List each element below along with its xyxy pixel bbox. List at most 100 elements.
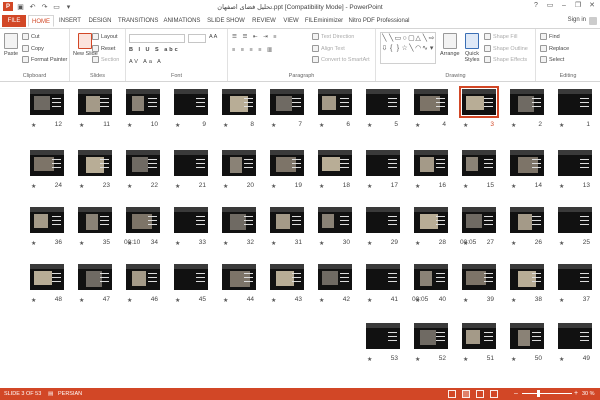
help-button[interactable]: ? (530, 1, 542, 11)
animation-star-icon[interactable]: ★ (127, 122, 132, 129)
slide-thumbnail[interactable] (174, 150, 208, 176)
slide-thumbnail[interactable] (510, 150, 544, 176)
zoom-in-button[interactable]: + (574, 390, 578, 397)
slide-thumbnail[interactable] (510, 323, 544, 349)
tab-slide-show[interactable]: SLIDE SHOW (206, 15, 246, 27)
replace-button[interactable]: Replace (540, 45, 569, 52)
animation-star-icon[interactable]: ★ (463, 183, 468, 190)
animation-star-icon[interactable]: ★ (415, 183, 420, 190)
slide-thumbnail[interactable] (30, 150, 64, 176)
slide-thumbnail[interactable] (126, 264, 160, 290)
animation-star-icon[interactable]: ★ (31, 240, 36, 247)
slide-thumbnail[interactable] (510, 207, 544, 233)
paste-button[interactable]: Paste (4, 33, 18, 57)
slide-thumbnail[interactable] (270, 150, 304, 176)
slide-thumbnail[interactable] (558, 264, 592, 290)
shape-effects-button[interactable]: Shape Effects (484, 56, 527, 63)
line-shape-icon[interactable]: ╲ (382, 34, 386, 42)
arc-shape-icon[interactable]: ◠ (415, 44, 421, 52)
rectangle-shape-icon[interactable]: ▭ (395, 34, 402, 42)
slide-thumbnail[interactable] (414, 264, 448, 290)
tab-fileminimizer[interactable]: FILEminimizer (304, 15, 344, 27)
zoom-slider-thumb[interactable] (537, 390, 540, 397)
rectangle-shape-icon[interactable]: ▢ (408, 34, 415, 42)
animation-star-icon[interactable]: ★ (79, 240, 84, 247)
animation-star-icon[interactable]: ★ (79, 122, 84, 129)
slide-thumbnail[interactable] (126, 207, 160, 233)
brace-shape-icon[interactable]: } (397, 45, 399, 52)
animation-star-icon[interactable]: ★ (511, 297, 516, 304)
shape-outline-button[interactable]: Shape Outline (484, 45, 528, 52)
slide-thumbnail[interactable] (30, 89, 64, 115)
align-text-button[interactable]: Align Text (312, 45, 345, 52)
animation-star-icon[interactable]: ★ (559, 122, 564, 129)
tab-animations[interactable]: ANIMATIONS (162, 15, 202, 27)
tab-view[interactable]: VIEW (282, 15, 300, 27)
tab-nitro-pdf[interactable]: Nitro PDF Professional (348, 15, 410, 27)
animation-star-icon[interactable]: ★ (463, 122, 468, 129)
slide-thumbnail[interactable] (318, 264, 352, 290)
slide-thumbnail[interactable] (414, 323, 448, 349)
arrow-shape-icon[interactable]: ⇨ (429, 34, 435, 42)
animation-star-icon[interactable]: ★ (223, 297, 228, 304)
animation-star-icon[interactable]: ★ (367, 356, 372, 363)
format-painter-button[interactable]: Format Painter (22, 56, 67, 63)
line-shape-icon[interactable]: ╲ (389, 34, 393, 42)
reading-view-icon[interactable] (476, 390, 484, 398)
animation-star-icon[interactable]: ★ (463, 356, 468, 363)
slide-thumbnail[interactable] (366, 150, 400, 176)
proofing-language-icon[interactable]: ▤ (48, 391, 53, 397)
line-shape-icon[interactable]: ╲ (409, 44, 413, 52)
slide-thumbnail[interactable] (558, 150, 592, 176)
animation-star-icon[interactable]: ★ (559, 297, 564, 304)
star-shape-icon[interactable]: ☆ (401, 44, 407, 52)
animation-star-icon[interactable]: ★ (175, 240, 180, 247)
text-direction-button[interactable]: Text Direction (312, 33, 354, 40)
animation-star-icon[interactable]: ★ (223, 122, 228, 129)
zoom-level[interactable]: 30 % (582, 391, 595, 397)
tab-file[interactable]: FILE (2, 15, 26, 27)
animation-star-icon[interactable]: ★ (367, 297, 372, 304)
arrow-shape-icon[interactable]: ⇩ (381, 44, 387, 52)
animation-star-icon[interactable]: ★ (559, 240, 564, 247)
brace-shape-icon[interactable]: { (390, 45, 392, 52)
convert-smartart-button[interactable]: Convert to SmartArt (312, 56, 370, 63)
minimize-button[interactable]: – (558, 1, 570, 11)
slide-thumbnail[interactable] (78, 207, 112, 233)
slide-thumbnail[interactable] (78, 150, 112, 176)
shape-fill-button[interactable]: Shape Fill (484, 33, 517, 40)
slide-thumbnail[interactable] (222, 150, 256, 176)
slide-sorter-view-icon[interactable] (462, 390, 470, 398)
slide-thumbnail[interactable] (558, 323, 592, 349)
tab-home[interactable]: HOME (28, 15, 54, 27)
language-indicator[interactable]: PERSIAN (58, 391, 82, 397)
list-buttons[interactable]: ☰ ☰ ⇤ ⇥ ≡ (232, 34, 278, 40)
animation-star-icon[interactable]: ★ (79, 183, 84, 190)
slide-thumbnail[interactable] (126, 89, 160, 115)
slide-thumbnail[interactable] (414, 150, 448, 176)
cut-button[interactable]: Cut (22, 33, 40, 40)
slide-thumbnail[interactable] (414, 207, 448, 233)
copy-button[interactable]: Copy (22, 45, 44, 52)
slide-thumbnail[interactable] (318, 89, 352, 115)
animation-star-icon[interactable]: ★ (367, 183, 372, 190)
animation-star-icon[interactable]: ★ (127, 183, 132, 190)
slideshow-view-icon[interactable] (490, 390, 498, 398)
triangle-shape-icon[interactable]: △ (415, 34, 420, 42)
oval-shape-icon[interactable]: ○ (403, 35, 407, 42)
ribbon-display-button[interactable]: ▭ (544, 1, 556, 11)
slide-thumbnail[interactable] (318, 207, 352, 233)
animation-star-icon[interactable]: ★ (175, 122, 180, 129)
tab-design[interactable]: DESIGN (86, 15, 114, 27)
slide-thumbnail[interactable] (78, 264, 112, 290)
font-name-input[interactable] (129, 34, 185, 43)
font-size-input[interactable] (188, 34, 206, 43)
slide-thumbnail[interactable] (222, 207, 256, 233)
animation-star-icon[interactable]: ★ (367, 122, 372, 129)
slide-thumbnail[interactable] (510, 264, 544, 290)
slide-thumbnail[interactable] (366, 264, 400, 290)
animation-star-icon[interactable]: ★ (223, 183, 228, 190)
find-button[interactable]: Find (540, 33, 560, 40)
line-shape-icon[interactable]: ╲ (423, 34, 427, 42)
animation-star-icon[interactable]: ★ (31, 183, 36, 190)
